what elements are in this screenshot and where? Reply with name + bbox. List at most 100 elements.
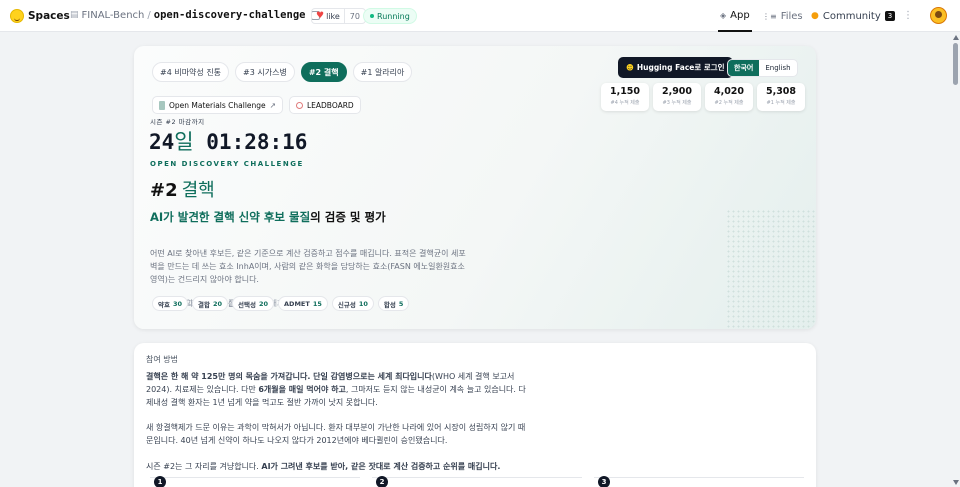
stat-label: #4 누적 제출 (610, 100, 640, 106)
space-icon: ▤ (70, 10, 79, 20)
hero-card: #4 비마약성 진통 #3 시가스병 #2 결핵 #1 알라리아 ☻ Huggi… (134, 46, 816, 329)
stat-label: #3 누적 제출 (662, 100, 692, 106)
tab-app[interactable]: ◈ App (718, 0, 752, 32)
brand-label: Spaces (28, 10, 70, 22)
score-chip: 결합 20 (192, 296, 229, 311)
how-to-participate-panel: 참여 방법 결핵은 한 해 약 125만 명의 목숨을 가져갑니다. 단일 감염… (134, 343, 816, 487)
lang-ko-button[interactable]: 한국어 (728, 60, 760, 76)
countdown: 24일 01:28:16 (149, 126, 307, 156)
p3-text: 시즌 #2는 그 자리를 겨냥합니다. (146, 462, 262, 471)
tab-2[interactable]: #2 결핵 (300, 62, 347, 82)
like-count: 70 (343, 9, 365, 23)
app-icon: ◈ (720, 10, 727, 20)
tab-community[interactable]: ● Community 3 (811, 0, 896, 32)
link-title: Open Materials Challenge (169, 100, 266, 110)
stat-card: 1,150 #4 누적 제출 (601, 83, 649, 111)
tab-files[interactable]: ⋮≡ Files (762, 0, 803, 32)
chip-value: 15 (312, 299, 322, 308)
chip-label: 선택성 (238, 300, 256, 309)
title-number: #2 (150, 180, 178, 201)
spaces-logo[interactable]: Spaces (10, 9, 70, 23)
battery-icon (159, 100, 165, 110)
score-chip: 합성 5 (377, 296, 410, 311)
more-options-icon[interactable]: ⋮ (903, 10, 915, 22)
step-number: 2 (376, 476, 388, 487)
stat-label: #2 누적 제출 (714, 100, 744, 106)
stat-card: 4,020 #2 누적 제출 (705, 83, 753, 111)
chip-label: ADMET (284, 299, 310, 308)
stats-row: 1,150 #4 누적 제출 2,900 #3 누적 제출 4,020 #2 누적 제… (601, 83, 805, 111)
heart-icon: ♥ (316, 11, 325, 21)
step-number: 3 (598, 476, 610, 487)
link-title: LEADBOARD (306, 100, 354, 110)
score-chips: 약효 30 결합 20 선택성 20 ADMET 15 신규성 10 합성 5 (152, 296, 410, 311)
repo-name[interactable]: open-discovery-challenge (154, 9, 306, 21)
chip-label: 신규성 (337, 300, 356, 309)
hugging-face-icon: ☻ (626, 63, 634, 72)
external-link-icon: ↗ (269, 100, 276, 110)
status-badge: Running (363, 8, 417, 24)
tab-app-label: App (730, 9, 750, 21)
description: 어떤 AI로 찾아낸 후보든, 같은 기준으로 계산 검증하고 점수를 매깁니다… (150, 249, 466, 284)
scroll-up-icon[interactable] (953, 35, 959, 40)
p1-bold: 결핵은 한 해 약 125만 명의 목숨을 가져갑니다. 단일 감염병으로는 세… (146, 372, 432, 381)
language-toggle: 한국어 English (727, 59, 798, 77)
section-title: 참여 방법 (146, 355, 178, 364)
scroll-down-icon[interactable] (953, 480, 959, 485)
page-scrollbar[interactable] (951, 33, 960, 487)
tab-files-label: Files (780, 10, 803, 22)
avatar[interactable] (930, 7, 947, 24)
score-chip: ADMET 15 (278, 296, 328, 311)
chip-value: 20 (258, 299, 269, 308)
disease-tabs: #4 비마약성 진통 #3 시가스병 #2 결핵 #1 알라리아 (152, 62, 413, 82)
chip-value: 30 (172, 299, 183, 308)
chip-value: 10 (358, 299, 368, 308)
tab-4[interactable]: #4 비마약성 진통 (152, 62, 230, 82)
owner-link[interactable]: FINAL-Bench (82, 10, 145, 21)
step-number: 1 (154, 476, 166, 487)
stat-card: 2,900 #3 누적 제출 (653, 83, 701, 111)
chip-value: 5 (398, 299, 404, 308)
subtitle-highlight: AI가 발견한 결핵 신약 후보 물질 (150, 210, 311, 224)
subtitle: AI가 발견한 결핵 신약 후보 물질의 검증 및 평가 (150, 209, 390, 225)
eyebrow: OPEN DISCOVERY CHALLENGE (150, 160, 304, 168)
breadcrumb: ▤ FINAL-Bench / open-discovery-challenge (70, 9, 321, 21)
open-materials-link[interactable]: Open Materials Challenge — 전고체 배터리 신소재를 … (152, 96, 309, 308)
step-card: 1 (150, 476, 360, 487)
score-chip: 약효 30 (152, 296, 189, 311)
paragraph-3: 시즌 #2는 그 자리를 겨냥합니다. AI가 그려낸 후보를 받아, 같은 잣… (146, 460, 566, 473)
tab-3[interactable]: #3 시가스병 (235, 62, 295, 82)
lang-en-button[interactable]: English (759, 60, 796, 76)
login-button[interactable]: ☻ Hugging Face로 로그인 (618, 57, 733, 78)
step-card: 3 (594, 476, 804, 487)
countdown-day-unit: 일 (174, 130, 194, 154)
tab-community-label: Community (822, 10, 881, 22)
stat-label: #1 누적 제출 (766, 100, 796, 106)
files-icon: ⋮≡ (762, 11, 777, 21)
tab-1[interactable]: #1 알라리아 (352, 62, 413, 82)
p3-bold: AI가 그려낸 후보를 받아, 같은 잣대로 계산 검증하고 순위를 매깁니다. (261, 462, 501, 471)
status-dot-icon (370, 14, 374, 18)
p1-bold-2: 6개월을 매일 먹어야 하고 (258, 385, 346, 394)
paragraph-2: 새 항결핵제가 드문 이유는 과학이 막혀서가 아닙니다. 환자 대부분이 가난… (146, 423, 526, 445)
login-label: Hugging Face로 로그인 (636, 63, 725, 72)
community-count-badge: 3 (884, 11, 896, 21)
hugging-face-icon (10, 9, 24, 23)
scroll-thumb[interactable] (953, 43, 958, 85)
target-icon (295, 101, 303, 109)
stat-value: 2,900 (661, 86, 693, 97)
season-deadline-label: 시즌 #2 마감까지 (150, 118, 205, 126)
score-chip: 신규성 10 (331, 296, 374, 311)
countdown-days: 24 (149, 130, 175, 154)
chip-label: 결합 (198, 300, 210, 309)
score-chip: 선택성 20 (232, 296, 275, 311)
status-label: Running (377, 11, 410, 21)
breadcrumb-separator: / (147, 9, 151, 21)
countdown-time: 01:28:16 (206, 130, 308, 154)
like-button[interactable]: ♥ like 70 (311, 8, 366, 24)
leaderboard-link[interactable]: LEADBOARD — 신약 예측 도구를 분야별로 재 (168, 96, 361, 308)
dot-pattern (726, 209, 816, 329)
stat-card: 5,308 #1 누적 제출 (757, 83, 805, 111)
chip-label: 약효 (158, 300, 170, 309)
chip-label: 합성 (383, 300, 396, 309)
